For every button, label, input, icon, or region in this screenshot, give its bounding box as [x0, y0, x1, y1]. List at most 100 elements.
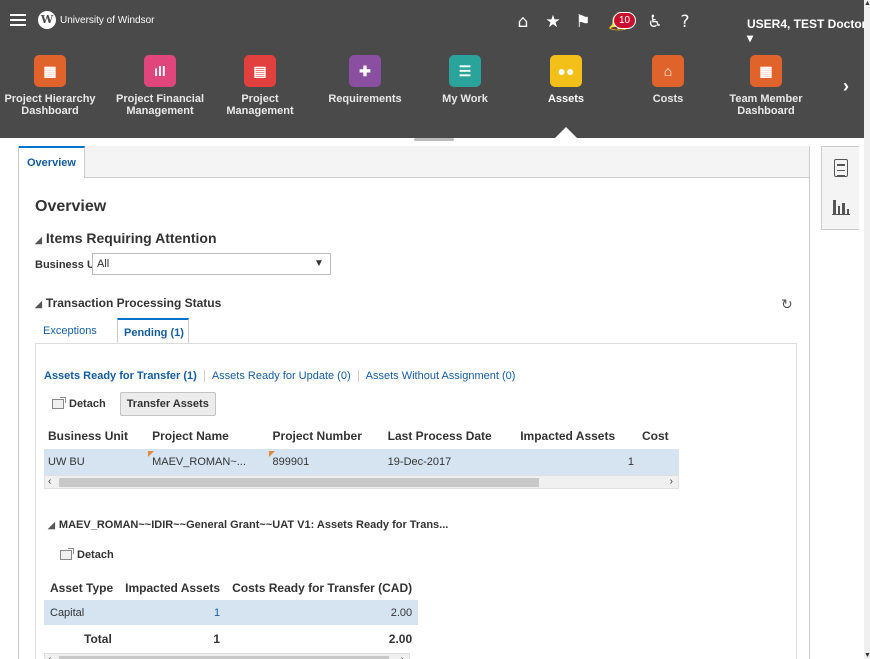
- col-project-number[interactable]: Project Number: [269, 423, 384, 449]
- accessibility-icon[interactable]: ♿: [640, 12, 670, 32]
- scroll-up-icon[interactable]: ▲: [864, 0, 870, 7]
- chevron-right-icon[interactable]: ›: [843, 76, 849, 97]
- cell-cost: [637, 449, 679, 475]
- scroll-right-icon[interactable]: ›: [670, 476, 673, 488]
- refresh-icon[interactable]: ↻: [781, 296, 793, 313]
- page-title: Overview: [35, 198, 107, 215]
- springboard-project-hierarchy-dashboard[interactable]: ▦ Project Hierarchy Dashboard: [0, 46, 100, 117]
- detail-table: Asset Type Impacted Assets Costs Ready f…: [44, 575, 419, 653]
- total-impacted-assets: 1: [213, 632, 221, 646]
- tab-overview[interactable]: Overview: [19, 146, 85, 178]
- table-row[interactable]: Capital 1 2.00: [44, 600, 419, 625]
- logo-text: University of Windsor: [60, 14, 155, 26]
- cell-costs: 2.00: [226, 600, 419, 625]
- bar-chart-icon[interactable]: [832, 199, 850, 215]
- global-header: W University of Windsor ⌂ ★ ⚑ 🔔10 ♿ ? US…: [0, 0, 870, 46]
- tab-pending[interactable]: Pending (1): [117, 318, 189, 344]
- cell-project-name: MAEV_ROMAN~...: [148, 449, 269, 475]
- pending-panel: Assets Ready for Transfer (1) Assets Rea…: [35, 343, 797, 659]
- assets-ready-table: Business Unit Project Name Project Numbe…: [44, 423, 679, 475]
- scroll-left-icon[interactable]: ‹: [48, 476, 51, 488]
- cell-business-unit: UW BU: [44, 449, 149, 475]
- scroll-left-icon[interactable]: ‹: [48, 654, 51, 659]
- puzzle-icon: ✚: [349, 55, 381, 87]
- col-asset-type[interactable]: Asset Type: [44, 575, 119, 600]
- link-assets-without-assignment[interactable]: Assets Without Assignment (0): [359, 370, 523, 382]
- cell-impacted-assets: 1: [516, 449, 638, 475]
- link-assets-ready-for-transfer[interactable]: Assets Ready for Transfer (1): [44, 370, 205, 382]
- springboard-collapse-handle[interactable]: [414, 138, 454, 141]
- university-logo[interactable]: W University of Windsor: [38, 11, 154, 29]
- springboard-costs[interactable]: ⌂ Costs: [618, 46, 718, 105]
- assets-icon: ●●: [550, 55, 582, 87]
- springboard-project-management[interactable]: ▤ Project Management: [210, 46, 310, 117]
- user-name: USER4, TEST Doctor: [747, 17, 867, 31]
- selected-indicator: [555, 127, 577, 138]
- table-row[interactable]: UW BU MAEV_ROMAN~... 899901 19-Dec-2017 …: [44, 449, 679, 475]
- total-costs: 2.00: [388, 632, 413, 646]
- table-toolbar: Detach Transfer Assets: [52, 392, 216, 416]
- springboard-requirements[interactable]: ✚ Requirements: [315, 46, 415, 105]
- cell-asset-type: Capital: [44, 600, 120, 625]
- main-content: Overview Overview ◢ Items Requiring Atten…: [18, 146, 810, 659]
- springboard-team-member-dashboard[interactable]: ▦ Team Member Dashboard: [716, 46, 816, 117]
- transfer-assets-button[interactable]: Transfer Assets: [119, 392, 216, 416]
- table-header-row: Asset Type Impacted Assets Costs Ready f…: [44, 575, 418, 600]
- bank-icon: ⌂: [652, 55, 684, 87]
- col-project-name[interactable]: Project Name: [148, 423, 268, 449]
- cell-project-number: 899901: [268, 449, 384, 475]
- col-impacted-assets[interactable]: Impacted Assets: [119, 575, 226, 600]
- col-costs-ready[interactable]: Costs Ready for Transfer (CAD): [226, 575, 418, 600]
- dashboard-icon: ▦: [750, 55, 782, 87]
- collapse-triangle-icon: ◢: [48, 520, 55, 530]
- business-unit-select[interactable]: All ▼: [92, 253, 331, 275]
- user-menu[interactable]: USER4, TEST Doctor ▾: [747, 17, 870, 45]
- crest-icon: W: [38, 11, 56, 29]
- tab-strip: Overview: [19, 146, 809, 178]
- detach-button[interactable]: Detach: [52, 397, 106, 410]
- collapse-triangle-icon: ◢: [35, 299, 42, 309]
- col-cost[interactable]: Cost: [638, 423, 679, 449]
- springboard-project-financial-management[interactable]: ıll Project Financial Management: [110, 46, 210, 117]
- cell-last-process-date: 19-Dec-2017: [383, 449, 517, 475]
- document-icon[interactable]: [834, 159, 848, 177]
- detail-section-header[interactable]: ◢ MAEV_ROMAN~~IDIR~~General Grant~~UAT V1…: [48, 519, 448, 531]
- menu-icon[interactable]: [10, 14, 26, 26]
- bar-chart-icon: ıll: [144, 55, 176, 87]
- items-requiring-attention-header[interactable]: ◢ Items Requiring Attention: [35, 230, 217, 246]
- scroll-right-icon[interactable]: ›: [401, 654, 404, 659]
- checklist-icon: ☰: [449, 55, 481, 87]
- horizontal-scrollbar[interactable]: ‹ ›: [44, 653, 410, 659]
- help-icon[interactable]: ?: [670, 12, 700, 32]
- springboard-assets[interactable]: ●● Assets: [516, 46, 616, 105]
- link-assets-ready-for-update[interactable]: Assets Ready for Update (0): [205, 370, 359, 382]
- detach-button[interactable]: Detach: [60, 548, 114, 561]
- flag-icon[interactable]: ⚑: [568, 12, 598, 32]
- springboard-my-work[interactable]: ☰ My Work: [415, 46, 515, 105]
- business-unit-value: All: [97, 258, 110, 270]
- col-last-process-date[interactable]: Last Process Date: [384, 423, 517, 449]
- notification-badge: 10: [613, 12, 637, 29]
- star-icon[interactable]: ★: [538, 12, 568, 32]
- notifications-icon[interactable]: 🔔10: [598, 12, 640, 32]
- table-header-row: Business Unit Project Name Project Numbe…: [44, 423, 679, 449]
- detail-toolbar: Detach: [60, 548, 128, 561]
- detach-icon: [60, 548, 74, 560]
- asset-links: Assets Ready for Transfer (1) Assets Rea…: [44, 370, 522, 382]
- dashboard-icon: ▦: [34, 55, 66, 87]
- collapse-triangle-icon: ◢: [35, 235, 42, 245]
- home-icon[interactable]: ⌂: [508, 12, 538, 32]
- dropdown-arrow-icon[interactable]: ▼: [308, 254, 330, 274]
- gantt-icon: ▤: [244, 55, 276, 87]
- col-impacted-assets[interactable]: Impacted Assets: [516, 423, 638, 449]
- tab-exceptions[interactable]: Exceptions (0): [43, 318, 97, 363]
- col-business-unit[interactable]: Business Unit: [44, 423, 148, 449]
- impacted-assets-link[interactable]: 1: [119, 600, 227, 625]
- total-row: Total 1 2.00: [44, 625, 418, 653]
- scrollbar-thumb[interactable]: [59, 478, 539, 487]
- horizontal-scrollbar[interactable]: ‹ ›: [44, 475, 679, 489]
- vertical-scrollbar[interactable]: ▲ ▼: [864, 0, 870, 659]
- transaction-processing-status-header[interactable]: ◢ Transaction Processing Status: [35, 296, 221, 310]
- scroll-down-icon[interactable]: ▼: [864, 652, 870, 659]
- total-label: Total: [84, 632, 112, 646]
